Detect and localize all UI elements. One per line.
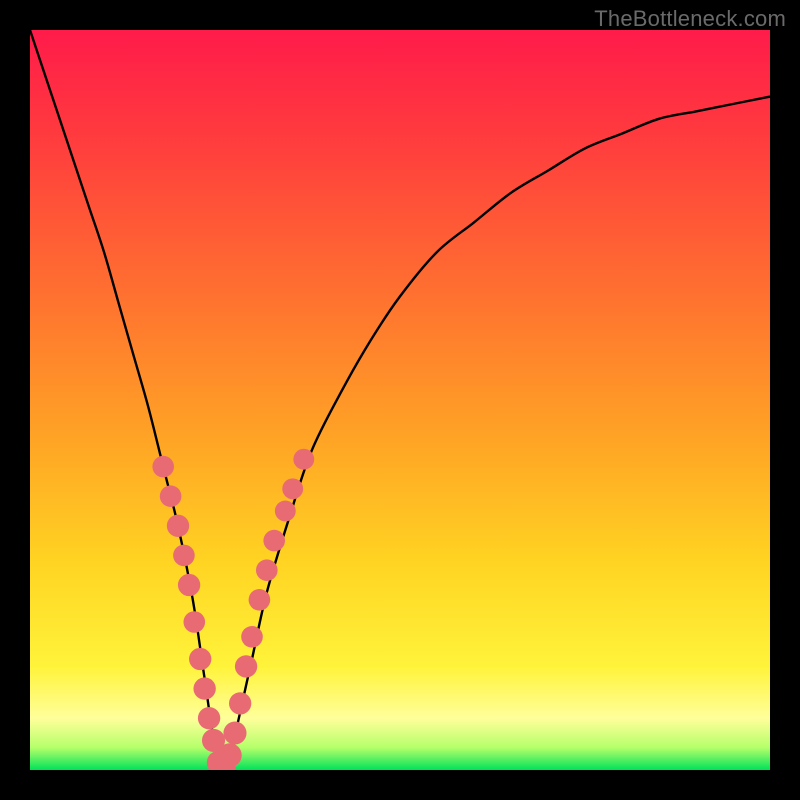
marker-dot [189,648,211,670]
marker-dot [282,478,303,499]
marker-dot [256,559,278,581]
curve-layer [30,30,770,770]
marker-dot [293,449,314,470]
marker-dot [193,677,215,699]
marker-dot [167,515,189,537]
marker-dot [263,530,285,552]
marker-dot [173,545,195,567]
marker-dot [223,721,246,744]
marker-dot [249,589,271,611]
marker-dot [229,692,251,714]
marker-dot [178,574,200,596]
marker-dot [218,743,242,767]
marker-dot [235,655,257,677]
marker-dot [275,501,296,522]
marker-dot [160,485,182,507]
marker-dot [152,456,174,478]
bottleneck-curve [30,30,770,770]
plot-area [30,30,770,770]
marker-dot [183,611,205,633]
watermark-text: TheBottleneck.com [594,6,786,32]
marker-dot [198,707,220,729]
chart-frame: TheBottleneck.com [0,0,800,800]
marker-dot [241,626,263,648]
highlight-dots [152,449,314,770]
